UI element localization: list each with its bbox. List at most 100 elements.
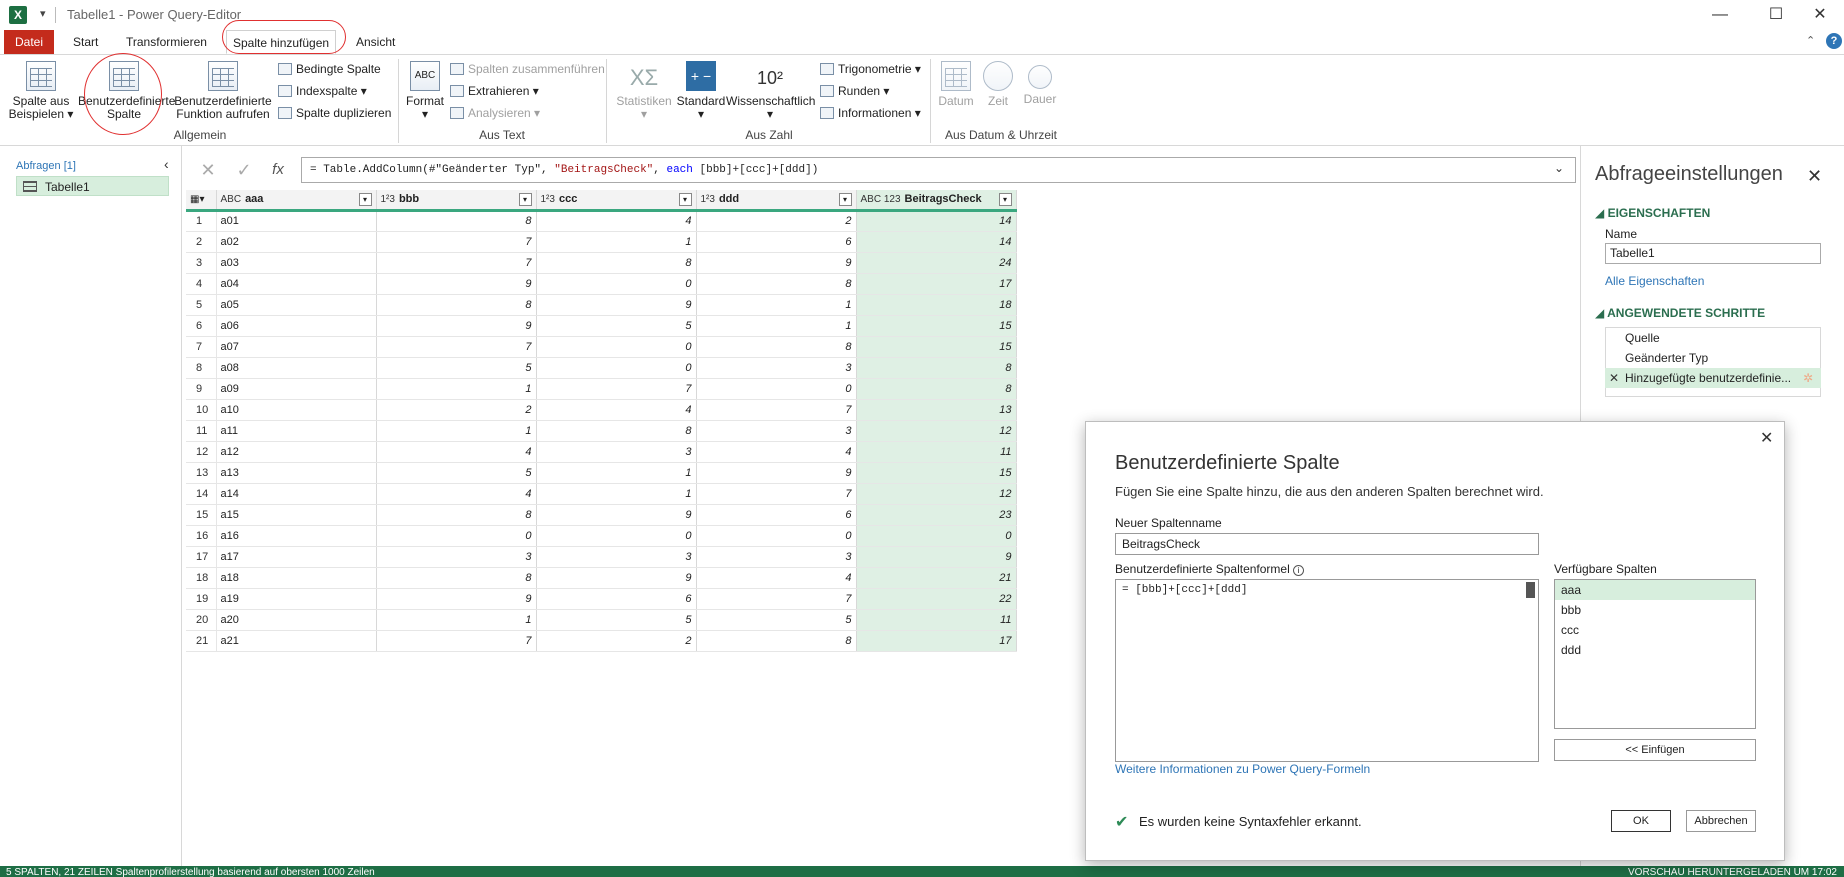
table-cell[interactable]: 1 (376, 420, 537, 442)
table-cell[interactable]: 8 (536, 420, 697, 442)
trigonometry-button[interactable]: Trigonometrie ▾ (820, 59, 921, 79)
statistics-button[interactable]: ΧΣ Statistiken ▾ (614, 61, 674, 121)
parse-button[interactable]: Analysieren ▾ (450, 103, 540, 123)
table-row[interactable]: 2 a02 7 1 6 14 (186, 231, 1017, 253)
table-cell[interactable]: 5 (536, 315, 697, 337)
list-item[interactable]: aaa (1555, 580, 1755, 600)
table-cell[interactable]: a02 (216, 231, 377, 253)
new-column-name-input[interactable]: BeitragsCheck (1115, 533, 1539, 555)
table-cell[interactable]: a06 (216, 315, 377, 337)
table-cell[interactable]: 3 (376, 546, 537, 568)
table-cell[interactable]: 4 (536, 210, 697, 232)
table-cell[interactable]: 1 (376, 609, 537, 631)
table-cell[interactable]: a10 (216, 399, 377, 421)
applied-steps-header[interactable]: ◢ ANGEWENDETE SCHRITTE (1595, 306, 1765, 320)
table-cell[interactable]: 0 (536, 525, 697, 547)
table-row[interactable]: 20 a20 1 5 5 11 (186, 609, 1017, 631)
table-row[interactable]: 3 a03 7 8 9 24 (186, 252, 1017, 274)
table-cell[interactable]: 8 (536, 252, 697, 274)
table-cell[interactable]: 11 (856, 609, 1017, 631)
ok-button[interactable]: OK (1611, 810, 1671, 832)
more-info-link[interactable]: Weitere Informationen zu Power Query-For… (1115, 762, 1370, 776)
collapse-ribbon-icon[interactable]: ⌃ (1806, 34, 1815, 47)
column-header-ddd[interactable]: 1²3 ddd ▾ (696, 190, 857, 212)
table-cell[interactable]: 8 (696, 336, 857, 358)
tab-start[interactable]: Start (67, 30, 104, 54)
table-cell[interactable]: 12 (856, 483, 1017, 505)
table-cell[interactable]: a21 (216, 630, 377, 652)
table-row[interactable]: 19 a19 9 6 7 22 (186, 588, 1017, 610)
column-header-bbb[interactable]: 1²3 bbb ▾ (376, 190, 537, 212)
table-row[interactable]: 17 a17 3 3 3 9 (186, 546, 1017, 568)
table-cell[interactable]: a13 (216, 462, 377, 484)
table-cell[interactable]: 3 (536, 546, 697, 568)
help-icon[interactable]: ? (1826, 33, 1842, 49)
table-cell[interactable]: a05 (216, 294, 377, 316)
table-cell[interactable]: 14 (856, 231, 1017, 253)
table-cell[interactable]: 0 (536, 336, 697, 358)
fx-icon[interactable]: fx (266, 159, 290, 181)
table-cell[interactable]: 9 (696, 462, 857, 484)
table-cell[interactable]: 18 (856, 294, 1017, 316)
table-cell[interactable]: 5 (536, 609, 697, 631)
info-icon[interactable]: i (1293, 565, 1305, 576)
tab-file[interactable]: Datei (4, 30, 54, 54)
table-cell[interactable]: 7 (696, 483, 857, 505)
table-row[interactable]: 11 a11 1 8 3 12 (186, 420, 1017, 442)
cancel-formula-icon[interactable]: ✕ (196, 159, 220, 181)
table-cell[interactable]: 4 (696, 567, 857, 589)
table-cell[interactable]: 9 (696, 252, 857, 274)
close-settings-icon[interactable]: ✕ (1807, 166, 1822, 187)
table-cell[interactable]: a14 (216, 483, 377, 505)
quick-access-dropdown-icon[interactable]: ▾ (40, 7, 46, 20)
table-cell[interactable]: 9 (856, 546, 1017, 568)
column-from-examples-button[interactable]: Spalte aus Beispielen ▾ (8, 61, 74, 121)
table-cell[interactable]: 3 (536, 441, 697, 463)
table-cell[interactable]: 8 (696, 273, 857, 295)
table-cell[interactable]: 6 (696, 231, 857, 253)
table-cell[interactable]: 15 (856, 336, 1017, 358)
table-cell[interactable]: 0 (376, 525, 537, 547)
close-dialog-icon[interactable]: ✕ (1760, 428, 1773, 448)
conditional-column-button[interactable]: Bedingte Spalte (278, 59, 381, 79)
properties-header[interactable]: ◢ EIGENSCHAFTEN (1595, 206, 1710, 220)
table-cell[interactable]: a19 (216, 588, 377, 610)
table-cell[interactable]: 7 (376, 630, 537, 652)
table-cell[interactable]: a12 (216, 441, 377, 463)
list-item[interactable]: bbb (1555, 600, 1755, 620)
invoke-custom-function-button[interactable]: Benutzerdefinierte Funktion aufrufen (173, 61, 273, 121)
column-header-ccc[interactable]: 1²3 ccc ▾ (536, 190, 697, 212)
column-filter-icon[interactable]: ▾ (838, 193, 852, 206)
table-cell[interactable]: 3 (696, 357, 857, 379)
query-item[interactable]: Tabelle1 (16, 176, 169, 196)
format-button[interactable]: ABC Format ▾ (404, 61, 446, 121)
queries-header[interactable]: Abfragen [1] (16, 160, 76, 172)
table-cell[interactable]: 9 (536, 504, 697, 526)
close-window-icon[interactable]: ✕ (1800, 3, 1840, 27)
step-settings-gear-icon[interactable]: ✲ (1803, 368, 1813, 388)
collapse-pane-icon[interactable]: ‹ (164, 156, 169, 172)
list-item[interactable]: ccc (1555, 620, 1755, 640)
maximize-icon[interactable]: ☐ (1756, 3, 1796, 27)
table-cell[interactable]: 5 (696, 609, 857, 631)
table-row[interactable]: 21 a21 7 2 8 17 (186, 630, 1017, 652)
table-row[interactable]: 5 a05 8 9 1 18 (186, 294, 1017, 316)
type-icon[interactable]: ABC 123 (861, 194, 901, 205)
table-cell[interactable]: 0 (696, 525, 857, 547)
table-cell[interactable]: 8 (376, 210, 537, 232)
custom-formula-editor[interactable]: = [bbb]+[ccc]+[ddd] (1115, 579, 1539, 762)
table-cell[interactable]: a20 (216, 609, 377, 631)
standard-button[interactable]: + − Standard ▾ (676, 61, 726, 121)
table-cell[interactable]: 7 (376, 336, 537, 358)
table-cell[interactable]: 13 (856, 399, 1017, 421)
table-cell[interactable]: a11 (216, 420, 377, 442)
table-cell[interactable]: a18 (216, 567, 377, 589)
table-cell[interactable]: 9 (536, 567, 697, 589)
type-icon[interactable]: 1²3 (381, 194, 395, 205)
table-cell[interactable]: 17 (856, 630, 1017, 652)
duplicate-column-button[interactable]: Spalte duplizieren (278, 103, 391, 123)
table-cell[interactable]: a08 (216, 357, 377, 379)
table-cell[interactable]: 7 (376, 252, 537, 274)
step-added-custom[interactable]: ✕ Hinzugefügte benutzerdefinie... ✲ (1605, 368, 1821, 388)
table-cell[interactable]: 12 (856, 420, 1017, 442)
